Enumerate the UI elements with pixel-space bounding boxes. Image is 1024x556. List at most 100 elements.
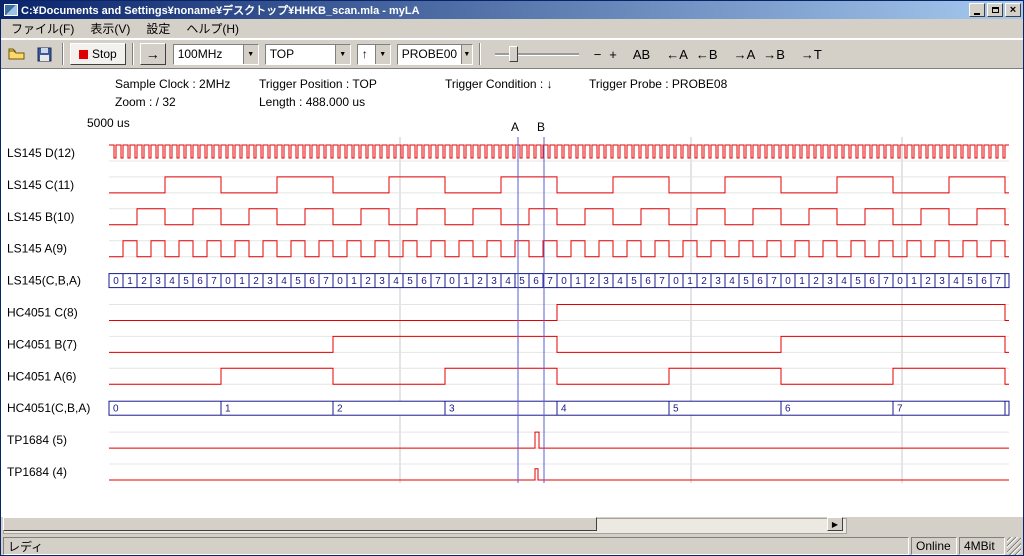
- bus-value: 4: [729, 276, 735, 287]
- next-b-button[interactable]: →B: [759, 45, 789, 64]
- channel-label: TP1684 (5): [7, 433, 67, 447]
- chevron-down-icon[interactable]: ▼: [335, 45, 350, 64]
- bus-value: 4: [505, 276, 511, 287]
- resize-grip[interactable]: [1007, 537, 1021, 555]
- bus-outline: [109, 401, 1009, 415]
- channel-label: LS145(C,B,A): [7, 274, 81, 288]
- bus-value: 1: [911, 276, 917, 287]
- trigger-position-dropdown[interactable]: TOP▼: [265, 44, 351, 65]
- scrollbar-thumb[interactable]: [3, 517, 597, 531]
- bus-value: 6: [785, 404, 791, 415]
- waveform-display[interactable]: 5000 usLS145 D(12)LS145 C(11)LS145 B(10)…: [1, 69, 1023, 517]
- waveform-trace: [109, 469, 1009, 480]
- waveform-trace: [109, 368, 1009, 384]
- zoom-in-button[interactable]: +: [605, 45, 621, 64]
- prev-a-button[interactable]: ←A: [662, 45, 692, 64]
- waveform-trace: [109, 241, 1009, 257]
- stop-label: Stop: [92, 47, 117, 61]
- channel-row: HC4051 B(7): [7, 336, 1009, 352]
- channel-row: HC4051 C(8): [7, 305, 1009, 321]
- chevron-down-icon[interactable]: ▼: [461, 45, 472, 64]
- bus-value: 2: [925, 276, 931, 287]
- bus-value: 6: [421, 276, 427, 287]
- bus-value: 6: [981, 276, 987, 287]
- zoom-slider-track[interactable]: [495, 53, 579, 56]
- channel-row: HC4051(C,B,A)01234567: [7, 401, 1009, 415]
- bus-value: 1: [799, 276, 805, 287]
- bus-value: 1: [463, 276, 469, 287]
- zoom-slider[interactable]: [491, 43, 583, 65]
- app-window: C:¥Documents and Settings¥noname¥デスクトップ¥…: [0, 0, 1024, 556]
- bus-value: 6: [869, 276, 875, 287]
- bus-value: 4: [617, 276, 623, 287]
- menu-help[interactable]: ヘルプ(H): [178, 18, 247, 39]
- minimize-button[interactable]: [969, 3, 985, 17]
- channel-label: HC4051 C(8): [7, 306, 78, 320]
- menu-view[interactable]: 表示(V): [82, 18, 138, 39]
- floppy-disk-icon: [37, 47, 52, 62]
- channel-label: TP1684 (4): [7, 465, 67, 479]
- bus-value: 6: [645, 276, 651, 287]
- channel-label: LS145 C(11): [7, 178, 74, 192]
- bus-value: 4: [281, 276, 287, 287]
- marker-b-label: B: [537, 120, 545, 134]
- channel-row: HC4051 A(6): [7, 368, 1009, 384]
- bus-value: 2: [813, 276, 819, 287]
- bus-value: 7: [995, 276, 1001, 287]
- channel-label: LS145 D(12): [7, 146, 75, 160]
- bus-value: 1: [239, 276, 245, 287]
- scrollbar-right-arrow[interactable]: ▶: [827, 517, 843, 531]
- channel-row: LS145(C,B,A)0123456701234567012345670123…: [7, 274, 1009, 288]
- bus-value: 7: [883, 276, 889, 287]
- sample-rate-dropdown[interactable]: 100MHz▼: [173, 44, 259, 65]
- channel-label: LS145 B(10): [7, 210, 74, 224]
- next-a-button[interactable]: →A: [730, 45, 760, 64]
- status-ready: レディ: [3, 537, 909, 555]
- toolbar-dropdowns: 100MHz▼ TOP▼ ↑▼ PROBE00▼: [173, 44, 473, 65]
- bus-value: 1: [351, 276, 357, 287]
- run-button[interactable]: →: [140, 43, 166, 65]
- marker-ab-button[interactable]: AB: [629, 45, 654, 64]
- bus-value: 7: [323, 276, 329, 287]
- goto-trigger-button[interactable]: →T: [797, 45, 826, 64]
- menu-file[interactable]: ファイル(F): [3, 18, 82, 39]
- zoom-slider-thumb[interactable]: [509, 46, 518, 62]
- channel-label: LS145 A(9): [7, 242, 67, 256]
- open-file-button[interactable]: [5, 43, 29, 65]
- stop-button[interactable]: Stop: [70, 43, 126, 65]
- waveform-trace: [109, 305, 1009, 321]
- bus-value: 3: [449, 404, 455, 415]
- bus-value: 1: [225, 404, 231, 415]
- bus-value: 0: [561, 276, 567, 287]
- window-controls: ×: [969, 3, 1021, 17]
- bus-value: 4: [953, 276, 959, 287]
- bus-value: 6: [309, 276, 315, 287]
- trigger-probe-dropdown[interactable]: PROBE00▼: [397, 44, 473, 65]
- bus-value: 3: [827, 276, 833, 287]
- maximize-button[interactable]: [987, 3, 1003, 17]
- close-button[interactable]: ×: [1005, 3, 1021, 17]
- prev-b-button[interactable]: ←B: [692, 45, 722, 64]
- bus-value: 2: [477, 276, 483, 287]
- bus-value: 0: [113, 276, 119, 287]
- bus-value: 3: [603, 276, 609, 287]
- menu-settings[interactable]: 設定: [138, 18, 178, 39]
- toolbar-separator: [479, 43, 481, 65]
- zoom-out-button[interactable]: −: [590, 45, 606, 64]
- channel-row: LS145 A(9): [7, 241, 1009, 257]
- save-file-button[interactable]: [32, 43, 56, 65]
- waveform-trace: [109, 336, 1009, 352]
- bus-value: 2: [141, 276, 147, 287]
- bus-value: 0: [785, 276, 791, 287]
- bus-value: 3: [715, 276, 721, 287]
- menu-bar: ファイル(F)表示(V)設定ヘルプ(H): [1, 19, 1023, 39]
- waveform-trace: [109, 432, 1009, 448]
- bus-value: 5: [743, 276, 749, 287]
- horizontal-scrollbar[interactable]: ▶: [1, 517, 1023, 535]
- chevron-down-icon[interactable]: ▼: [243, 45, 258, 64]
- chevron-down-icon[interactable]: ▼: [375, 45, 390, 64]
- bus-value: 0: [449, 276, 455, 287]
- waveform-trace: [109, 209, 1009, 225]
- trigger-edge-dropdown[interactable]: ↑▼: [357, 44, 391, 65]
- bus-value: 2: [701, 276, 707, 287]
